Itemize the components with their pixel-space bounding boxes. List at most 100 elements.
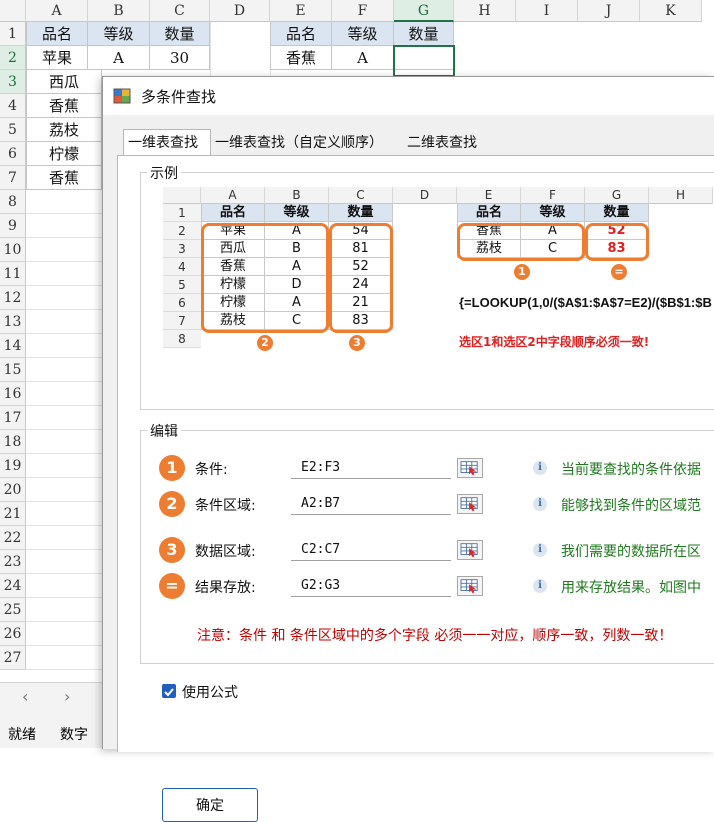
example-source-header: 等级 bbox=[265, 204, 329, 222]
example-row-3: 3 bbox=[163, 240, 201, 258]
cell-a2[interactable]: 苹果 bbox=[26, 46, 88, 70]
column-header-d[interactable]: D bbox=[210, 0, 270, 22]
row-header-23[interactable]: 23 bbox=[0, 550, 26, 574]
cell-c2[interactable]: 30 bbox=[150, 46, 210, 70]
status-ready: 就绪 bbox=[8, 726, 36, 742]
row-header-5[interactable]: 5 bbox=[0, 118, 26, 142]
row-header-1[interactable]: 1 bbox=[0, 22, 26, 46]
chevron-left-icon[interactable]: ‹ bbox=[22, 687, 28, 706]
cell-c1[interactable]: 数量 bbox=[150, 22, 210, 46]
cell-e1[interactable]: 品名 bbox=[270, 22, 332, 46]
row-header-9[interactable]: 9 bbox=[0, 214, 26, 238]
data-range-select-range-button[interactable] bbox=[457, 540, 483, 560]
column-header-f[interactable]: F bbox=[332, 0, 394, 22]
row-header-12[interactable]: 12 bbox=[0, 286, 26, 310]
condition-range-select-range-button[interactable] bbox=[457, 494, 483, 514]
row-header-25[interactable]: 25 bbox=[0, 598, 26, 622]
row-header-20[interactable]: 20 bbox=[0, 478, 26, 502]
condition-range-info-icon[interactable]: i bbox=[533, 497, 547, 511]
row-header-10[interactable]: 10 bbox=[0, 238, 26, 262]
condition-range-input[interactable] bbox=[291, 493, 451, 515]
row-header-27[interactable]: 27 bbox=[0, 646, 26, 670]
row-header-24[interactable]: 24 bbox=[0, 574, 26, 598]
range-select-icon bbox=[460, 461, 478, 476]
row-header-11[interactable]: 11 bbox=[0, 262, 26, 286]
row-header-7[interactable]: 7 bbox=[0, 166, 26, 190]
tab-2d-lookup[interactable]: 二维表查找 bbox=[403, 131, 493, 155]
step-badge-condition-range: 2 bbox=[159, 491, 185, 517]
row-header-22[interactable]: 22 bbox=[0, 526, 26, 550]
condition-info-icon[interactable]: i bbox=[533, 461, 547, 475]
cell-a1[interactable]: 品名 bbox=[26, 22, 88, 46]
cell-a3[interactable]: 西瓜 bbox=[26, 70, 102, 94]
row-header-2[interactable]: 2 bbox=[0, 46, 26, 70]
cell-e2[interactable]: 香蕉 bbox=[270, 46, 332, 70]
condition-range-hint: 能够找到条件的区域范 bbox=[561, 498, 701, 514]
row-header-4[interactable]: 4 bbox=[0, 94, 26, 118]
tab-panel: 示例 A B C D E F G H 12345678 品名 等级 数量 苹果 A 54 西… bbox=[117, 155, 714, 822]
row-header-13[interactable]: 13 bbox=[0, 310, 26, 334]
row-gridline bbox=[26, 621, 102, 622]
use-formula-checkbox[interactable] bbox=[162, 684, 176, 698]
result-range-input[interactable] bbox=[291, 575, 451, 597]
data-range-info-icon[interactable]: i bbox=[533, 543, 547, 557]
row-header-19[interactable]: 19 bbox=[0, 454, 26, 478]
range-select-icon bbox=[460, 497, 478, 512]
cell-a5[interactable]: 荔枝 bbox=[26, 118, 102, 142]
row-header-17[interactable]: 17 bbox=[0, 406, 26, 430]
example-row-7: 7 bbox=[163, 312, 201, 330]
cell-b2[interactable]: A bbox=[88, 46, 150, 70]
row-gridline bbox=[26, 477, 102, 478]
example-col-f: F bbox=[521, 187, 585, 204]
condition-select-range-button[interactable] bbox=[457, 458, 483, 478]
row-header-6[interactable]: 6 bbox=[0, 142, 26, 166]
row-header-21[interactable]: 21 bbox=[0, 502, 26, 526]
use-formula-label[interactable]: 使用公式 bbox=[182, 682, 238, 702]
tab-1d-lookup[interactable]: 一维表查找 bbox=[123, 129, 211, 155]
row-header-15[interactable]: 15 bbox=[0, 358, 26, 382]
row-header-14[interactable]: 14 bbox=[0, 334, 26, 358]
row-header-18[interactable]: 18 bbox=[0, 430, 26, 454]
column-header-k[interactable]: K bbox=[640, 0, 702, 22]
column-header-h[interactable]: H bbox=[454, 0, 516, 22]
row-header-8[interactable]: 8 bbox=[0, 190, 26, 214]
row-header-26[interactable]: 26 bbox=[0, 622, 26, 646]
select-all-corner[interactable] bbox=[0, 0, 26, 22]
multi-condition-lookup-dialog: 多条件查找 一维表查找 一维表查找（自定义顺序） 二维表查找 示例 A B C … bbox=[102, 76, 714, 822]
data-range-input[interactable] bbox=[291, 539, 451, 561]
column-header-j[interactable]: J bbox=[578, 0, 640, 22]
row-header-16[interactable]: 16 bbox=[0, 382, 26, 406]
condition-input[interactable] bbox=[291, 457, 451, 479]
row-gridline bbox=[26, 309, 102, 310]
edit-group: 编辑 1 条件: i 当前要查找的条件依据 2 条件区域: i 能够找到条件的区域范 3 数据区域… bbox=[140, 421, 714, 664]
cell-g1[interactable]: 数量 bbox=[394, 22, 454, 46]
column-header-b[interactable]: B bbox=[88, 0, 150, 22]
tab-1d-lookup-custom-order[interactable]: 一维表查找（自定义顺序） bbox=[211, 131, 397, 155]
cell-b1[interactable]: 等级 bbox=[88, 22, 150, 46]
column-header-i[interactable]: I bbox=[516, 0, 578, 22]
ok-button[interactable]: 确定 bbox=[162, 788, 258, 822]
column-header-a[interactable]: A bbox=[26, 0, 88, 22]
cell-f2[interactable]: A bbox=[332, 46, 394, 70]
column-header-c[interactable]: C bbox=[150, 0, 210, 22]
edit-group-label: 编辑 bbox=[147, 421, 181, 441]
condition-range-label: 条件区域: bbox=[195, 498, 256, 514]
row-header-3[interactable]: 3 bbox=[0, 70, 26, 94]
example-row-6: 6 bbox=[163, 294, 201, 312]
result-range-info-icon[interactable]: i bbox=[533, 579, 547, 593]
dialog-titlebar[interactable]: 多条件查找 bbox=[103, 77, 714, 115]
column-header-e[interactable]: E bbox=[270, 0, 332, 22]
example-row-4: 4 bbox=[163, 258, 201, 276]
cell-a6[interactable]: 柠檬 bbox=[26, 142, 102, 166]
cell-f1[interactable]: 等级 bbox=[332, 22, 394, 46]
column-header-g[interactable]: G bbox=[394, 0, 454, 22]
example-formula: {=LOOKUP(1,0/($A$1:$A$7=E2)/($B$1:$B bbox=[459, 295, 712, 310]
cell-a4[interactable]: 香蕉 bbox=[26, 94, 102, 118]
example-group-label: 示例 bbox=[147, 163, 181, 183]
check-icon bbox=[164, 688, 174, 697]
example-col-d: D bbox=[393, 187, 457, 204]
result-range-select-range-button[interactable] bbox=[457, 576, 483, 596]
example-source-header: 数量 bbox=[329, 204, 393, 222]
chevron-right-icon[interactable]: › bbox=[64, 687, 70, 706]
cell-a7[interactable]: 香蕉 bbox=[26, 166, 102, 190]
